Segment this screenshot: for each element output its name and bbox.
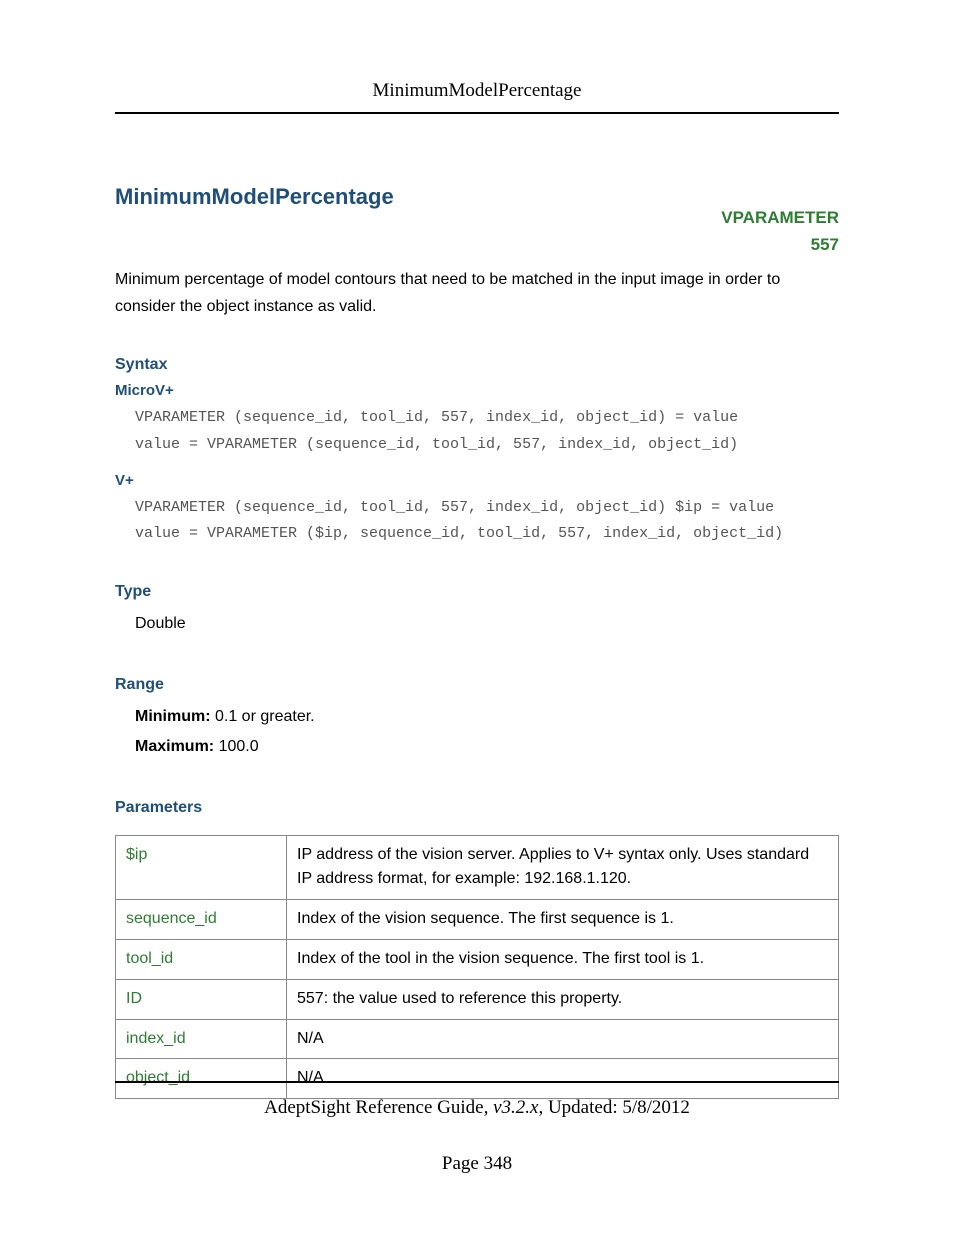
param-name: ID	[116, 979, 287, 1019]
param-desc: 557: the value used to reference this pr…	[287, 979, 839, 1019]
param-desc: Index of the vision sequence. The first …	[287, 900, 839, 940]
param-name: sequence_id	[116, 900, 287, 940]
table-row: tool_id Index of the tool in the vision …	[116, 939, 839, 979]
microv-code-line-2: value = VPARAMETER (sequence_id, tool_id…	[135, 432, 839, 458]
parameters-table: $ip IP address of the vision server. App…	[115, 835, 839, 1100]
type-heading: Type	[115, 583, 839, 601]
range-min-label: Minimum:	[135, 708, 211, 725]
property-tag-name: VPARAMETER	[721, 204, 839, 231]
footer-page-number: Page 348	[115, 1153, 839, 1175]
range-max: Maximum: 100.0	[135, 732, 839, 762]
range-max-value: 100.0	[214, 738, 258, 755]
vplus-code-line-2: value = VPARAMETER ($ip, sequence_id, to…	[135, 521, 839, 547]
microv-label: MicroV+	[115, 382, 839, 399]
table-row: ID 557: the value used to reference this…	[116, 979, 839, 1019]
range-heading: Range	[115, 676, 839, 694]
microv-code-line-1: VPARAMETER (sequence_id, tool_id, 557, i…	[135, 405, 839, 431]
footer-version: , v3.2.x	[484, 1097, 539, 1118]
param-desc: N/A	[287, 1019, 839, 1059]
type-value: Double	[135, 609, 839, 639]
title-row: MinimumModelPercentage VPARAMETER 557	[115, 184, 839, 210]
param-name: index_id	[116, 1019, 287, 1059]
table-row: sequence_id Index of the vision sequence…	[116, 900, 839, 940]
page-footer: AdeptSight Reference Guide, v3.2.x, Upda…	[115, 1081, 839, 1175]
footer-guide-name: AdeptSight Reference Guide	[264, 1097, 483, 1118]
running-header: MinimumModelPercentage	[115, 80, 839, 114]
parameters-heading: Parameters	[115, 799, 839, 817]
footer-updated: , Updated: 5/8/2012	[538, 1097, 689, 1118]
param-desc: Index of the tool in the vision sequence…	[287, 939, 839, 979]
vplus-code-line-1: VPARAMETER (sequence_id, tool_id, 557, i…	[135, 495, 839, 521]
range-min-value: 0.1 or greater.	[211, 708, 315, 725]
param-desc: IP address of the vision server. Applies…	[287, 835, 839, 900]
table-row: $ip IP address of the vision server. App…	[116, 835, 839, 900]
intro-paragraph: Minimum percentage of model contours tha…	[115, 266, 839, 320]
range-min: Minimum: 0.1 or greater.	[135, 702, 839, 732]
param-name: $ip	[116, 835, 287, 900]
vplus-label: V+	[115, 472, 839, 489]
footer-guide-line: AdeptSight Reference Guide, v3.2.x, Upda…	[115, 1097, 839, 1119]
syntax-heading: Syntax	[115, 356, 839, 374]
param-name: tool_id	[116, 939, 287, 979]
range-max-label: Maximum:	[135, 738, 214, 755]
property-tag-id: 557	[721, 231, 839, 258]
footer-rule	[115, 1081, 839, 1083]
table-row: index_id N/A	[116, 1019, 839, 1059]
property-tag: VPARAMETER 557	[721, 204, 839, 258]
